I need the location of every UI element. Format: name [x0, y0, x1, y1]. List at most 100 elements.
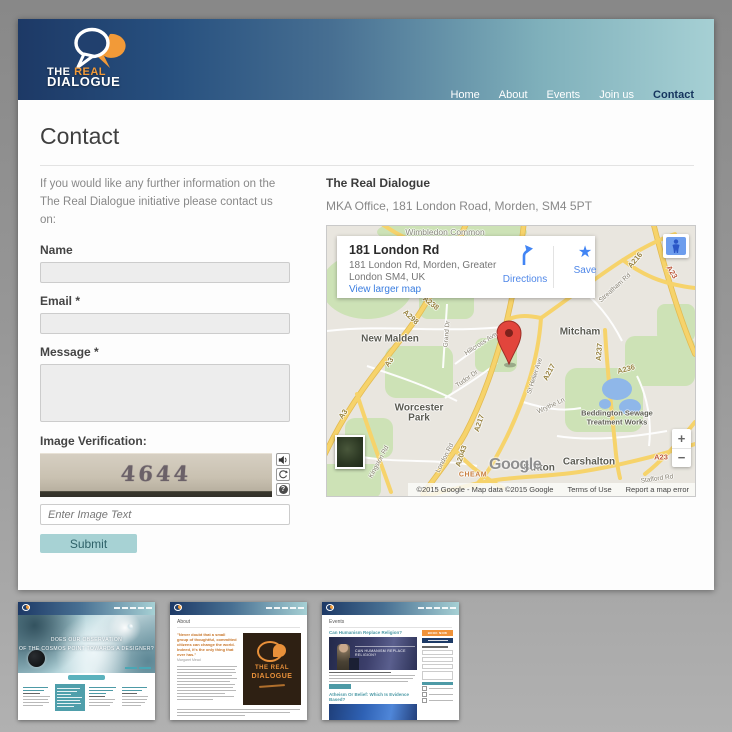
thumbnail-about-page[interactable]: About "Never doubt that a small group of…	[170, 602, 307, 720]
verification-label: Image Verification:	[40, 434, 290, 448]
about-logo-image: THE REAL DIALOGUE	[243, 633, 301, 705]
org-address: MKA Office, 181 London Road, Morden, SM4…	[326, 199, 694, 213]
site-header: THE REAL DIALOGUE Home About Events Join…	[18, 19, 714, 100]
nav-events[interactable]: Events	[547, 89, 581, 101]
directions-button[interactable]: Directions	[497, 244, 553, 285]
logo-text: THE REAL DIALOGUE	[47, 67, 120, 87]
event-1-photo-caption: CAN HUMANISM REPLACE RELIGION?	[355, 646, 415, 657]
captcha-audio-button[interactable]	[276, 453, 290, 466]
hero-line-2: OF THE COSMOS POINT TOWARDS A DESIGNER?	[18, 646, 155, 652]
pegman-icon	[666, 237, 686, 255]
event-card	[22, 684, 52, 711]
about-footer-text	[177, 707, 300, 718]
save-button[interactable]: ★ Save	[557, 244, 613, 276]
about-logo-tagline	[259, 684, 285, 688]
thumb-divider	[329, 627, 452, 628]
site-logo[interactable]: THE REAL DIALOGUE	[46, 23, 156, 97]
thumb-logo-icon	[326, 604, 335, 613]
message-field[interactable]	[40, 364, 290, 422]
event-2-photo	[329, 704, 417, 720]
about-logo-the: THE	[255, 665, 269, 671]
name-label: Name	[40, 243, 290, 257]
about-body-text	[177, 664, 237, 702]
email-field[interactable]	[40, 313, 290, 334]
website-screenshot: THE REAL DIALOGUE Home About Events Join…	[18, 19, 714, 590]
help-icon: ?	[279, 485, 288, 494]
upcoming-events-pill	[68, 675, 105, 680]
map-label-beddington-1: Beddington Sewage	[581, 409, 653, 418]
sidebar-checkbox-row	[422, 698, 453, 703]
view-larger-map-link[interactable]: View larger map	[349, 284, 421, 295]
refresh-icon	[278, 470, 288, 480]
map-label-carshalton: Carshalton	[563, 457, 615, 468]
thumbnail-events-page[interactable]: Events Can Humanism Replace Religion? CA…	[322, 602, 459, 720]
map-copyright: ©2015 Google - Map data ©2015 Google	[416, 485, 553, 494]
sidebar-input	[422, 664, 453, 669]
thumb-header	[170, 602, 307, 615]
sidebar-input	[422, 657, 453, 662]
captcha-text-input[interactable]	[40, 504, 290, 525]
email-label: Email *	[40, 294, 290, 308]
submit-button[interactable]: Submit	[40, 534, 137, 553]
satellite-minimap[interactable]	[335, 435, 365, 469]
pegman-button[interactable]	[663, 234, 689, 258]
logo-dialogue: DIALOGUE	[47, 77, 120, 87]
map-label-cheam: CHEAM	[459, 472, 487, 479]
map-ref-a237: A237	[594, 343, 605, 362]
name-field[interactable]	[40, 262, 290, 283]
nav-home[interactable]: Home	[450, 89, 479, 101]
nav-about[interactable]: About	[499, 89, 528, 101]
zoom-in-button[interactable]: +	[672, 429, 691, 449]
crescent-moon-icon	[127, 624, 133, 630]
read-more-button	[329, 684, 351, 689]
google-map-embed[interactable]: Wimbledon Common New Malden Mitcham Worc…	[326, 225, 696, 497]
captcha-refresh-button[interactable]	[276, 468, 290, 481]
lectern	[349, 658, 359, 670]
zoom-out-button[interactable]: −	[672, 449, 691, 468]
directions-label: Directions	[497, 274, 553, 285]
map-card-address: 181 London Rd, Morden, Greater London SM…	[349, 260, 496, 284]
directions-icon	[515, 244, 535, 266]
event-2-title: Atheism Or Belief: Which Is Evidence Bas…	[329, 692, 417, 702]
about-logo-real: REAL	[271, 665, 289, 671]
map-attribution-bar: ©2015 Google - Map data ©2015 Google Ter…	[408, 483, 695, 496]
message-label: Message *	[40, 345, 290, 359]
map-card-address-line1: 181 London Rd, Morden, Greater	[349, 260, 496, 272]
thumb-event-cards	[22, 684, 151, 711]
report-map-error-link[interactable]: Report a map error	[626, 485, 689, 494]
captcha-row: 4644 ?	[40, 453, 290, 497]
intro-text: If you would like any further informatio…	[40, 176, 290, 229]
nav-contact[interactable]: Contact	[653, 89, 694, 101]
terms-of-use-link[interactable]: Terms of Use	[567, 485, 611, 494]
thumbnail-home-page[interactable]: DOES OUR OBSERVATION OF THE COSMOS POINT…	[18, 602, 155, 720]
quote-attribution: Margaret Mead	[177, 658, 201, 662]
nav-join-us[interactable]: Join us	[599, 89, 634, 101]
card-divider	[553, 246, 554, 288]
book-now-button: BOOK NOW	[422, 630, 453, 636]
sidebar-textarea	[422, 671, 453, 680]
thumb-nav	[418, 607, 456, 609]
star-icon: ★	[578, 244, 592, 261]
captcha-code: 4644	[40, 461, 272, 486]
save-label: Save	[557, 265, 613, 276]
thumb-nav	[114, 607, 152, 609]
map-ref-a23-2: A23	[654, 453, 668, 462]
google-watermark: Google	[489, 456, 541, 474]
captcha-help-button[interactable]: ?	[276, 483, 290, 496]
map-label-new-malden: New Malden	[361, 334, 419, 345]
sidebar-checkbox-row	[422, 686, 453, 691]
title-divider	[40, 165, 694, 166]
page-title: Contact	[40, 123, 119, 150]
thumb-header	[18, 602, 155, 615]
map-label-mitcham: Mitcham	[560, 327, 601, 338]
planet-eclipse-icon	[28, 650, 45, 667]
map-label-park: Park	[408, 413, 430, 424]
map-info-card: 181 London Rd 181 London Rd, Morden, Gre…	[337, 236, 595, 298]
newsletter-button	[422, 638, 453, 643]
org-name: The Real Dialogue	[326, 176, 694, 190]
map-card-address-line2: London SM4, UK	[349, 272, 496, 284]
thumb-page-title: About	[177, 619, 190, 625]
event-1-title: Can Humanism Replace Religion?	[329, 630, 417, 635]
thumb-logo-icon	[22, 604, 31, 613]
contact-info-column: The Real Dialogue MKA Office, 181 London…	[326, 176, 694, 497]
